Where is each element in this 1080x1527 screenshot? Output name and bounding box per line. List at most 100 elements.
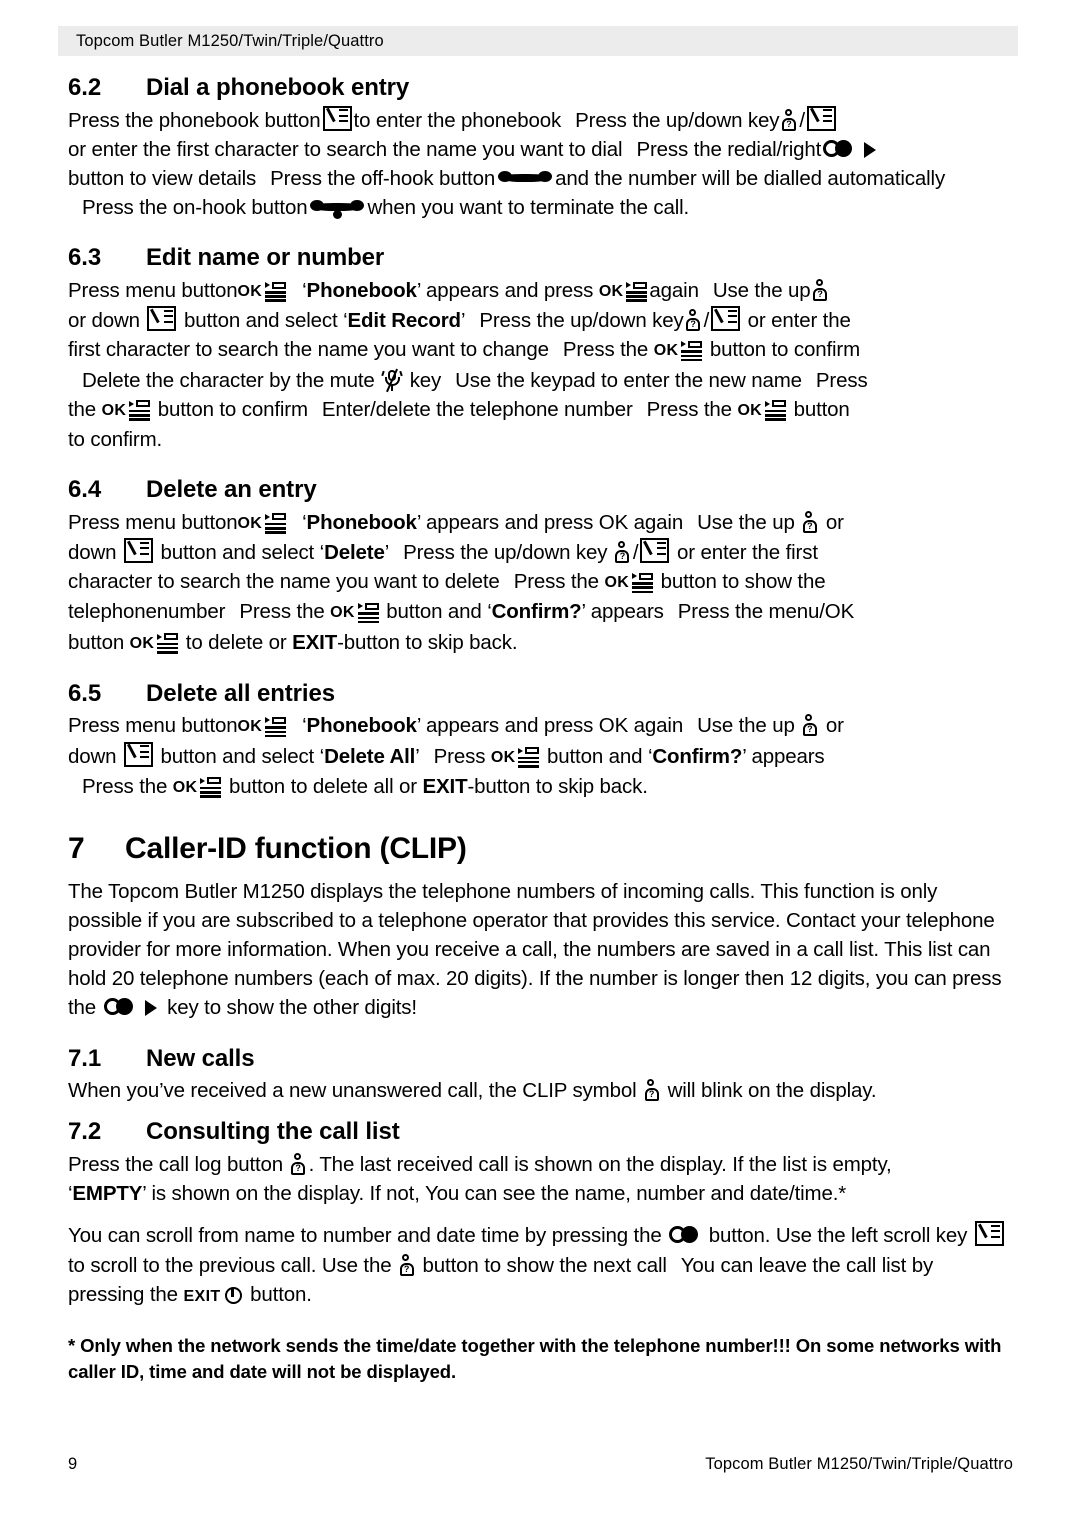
up-key-person-icon: ? <box>615 541 631 564</box>
text-run: Press the up/down key <box>575 108 780 132</box>
ok-label: OK <box>237 514 263 532</box>
menu-ok-icon <box>632 572 654 594</box>
section-number: 7.1 <box>68 1044 102 1072</box>
section-title: Dial a phonebook entry <box>146 74 410 101</box>
section-number: 6.5 <box>68 679 102 707</box>
bold-term: Phonebook <box>306 279 417 302</box>
text-run: Press menu button <box>68 714 238 738</box>
down-key-phonebook-icon <box>147 306 177 332</box>
bold-term: Confirm? <box>652 744 743 768</box>
up-key-person-icon: ? <box>399 1253 415 1277</box>
text-run: when you want to terminate the call. <box>367 196 690 220</box>
section-heading-6-4: 6.4 Delete an entry <box>68 476 1010 504</box>
text-run: or enter the first character to search t… <box>68 137 623 161</box>
exit-label: EXIT <box>183 1287 221 1305</box>
section-number: 6.2 <box>68 74 102 101</box>
page-number: 9 <box>68 1455 78 1473</box>
menu-ok-icon <box>765 400 787 421</box>
bold-term: Edit Record <box>347 309 462 333</box>
page-content: 6.2 Dial a phonebook entry Press the pho… <box>68 74 1010 1385</box>
section-heading-6-3: 6.3 Edit name or number <box>68 244 1010 272</box>
redial-icon <box>669 1226 701 1245</box>
section-title: Delete all entries <box>146 679 335 707</box>
menu-ok-icon <box>200 777 222 798</box>
ok-label: OK <box>598 283 624 300</box>
section-body-7-2-b: You can scroll from name to number and d… <box>68 1221 1010 1311</box>
redial-icon <box>103 998 136 1017</box>
text-run: Press the off-hook button <box>270 167 496 190</box>
menu-ok-icon <box>265 513 287 534</box>
footnote: * Only when the network sends the time/d… <box>68 1334 1002 1382</box>
section-number: 7.2 <box>68 1118 102 1146</box>
down-key-phonebook-icon <box>711 306 741 332</box>
section-body-7: The Topcom Butler M1250 displays the tel… <box>68 877 1010 1023</box>
ok-label: OK <box>172 778 198 796</box>
section-body-6-2: Press the phonebook button to enter the p… <box>68 105 1010 223</box>
bold-term: EXIT <box>422 774 468 798</box>
ok-label: OK <box>490 748 516 766</box>
up-key-person-icon: ? <box>802 510 818 534</box>
ok-label: OK <box>604 574 630 592</box>
section-heading-6-5: 6.5 Delete all entries <box>68 680 1010 708</box>
bold-term: Phonebook <box>306 714 417 738</box>
section-body-6-3: Press menu buttonOK ‘Phonebook’ appears a… <box>68 279 868 452</box>
down-key-phonebook-icon <box>640 538 670 564</box>
bold-term: EMPTY <box>72 1182 143 1206</box>
ok-label: OK <box>129 634 155 652</box>
menu-ok-icon <box>129 400 151 421</box>
section-number: 7 <box>68 832 85 866</box>
text-run: Press menu button <box>68 279 238 302</box>
section-number: 6.4 <box>68 476 102 504</box>
bold-term: Confirm? <box>491 600 582 624</box>
text-run: and the number will be dialled automatic… <box>555 167 946 190</box>
text-run: Press the call log button <box>68 1152 284 1176</box>
menu-ok-icon <box>265 716 287 738</box>
menu-ok-icon <box>157 633 179 654</box>
text-run: Use the up <box>712 279 811 302</box>
section-heading-7-1: 7.1 New calls <box>68 1045 1010 1073</box>
menu-ok-icon <box>518 747 540 768</box>
section-heading-7: 7 Caller-ID function (CLIP) <box>68 832 1010 867</box>
bold-term: Phonebook <box>306 510 417 534</box>
text-run: will blink on the display. <box>667 1079 877 1103</box>
section-heading-6-2: 6.2 Dial a phonebook entry <box>68 74 1010 102</box>
section-title: Consulting the call list <box>146 1118 400 1146</box>
ok-label: OK <box>237 283 263 300</box>
section-body-6-4: Press menu buttonOK ‘Phonebook’ appears a… <box>68 510 855 654</box>
text-run: again <box>649 279 699 302</box>
page-header-bar: Topcom Butler M1250/Twin/Triple/Quattro <box>58 26 1018 56</box>
text-run: Press the up/down key <box>479 309 684 333</box>
text-run: Press menu button <box>68 510 238 534</box>
up-key-person-icon: ? <box>781 108 797 132</box>
text-run: button. Use the left scroll key <box>708 1224 968 1248</box>
section-title: New calls <box>146 1044 255 1072</box>
section-title: Caller-ID function (CLIP) <box>125 832 467 866</box>
section-body-7-1: When you’ve received a new unanswered ca… <box>68 1076 1010 1105</box>
off-hook-icon <box>498 170 553 186</box>
ok-label: OK <box>737 401 763 419</box>
ok-label: OK <box>237 718 263 736</box>
right-arrow-icon <box>144 1000 159 1017</box>
text-run: When you’ve received a new unanswered ca… <box>68 1079 637 1103</box>
bold-term: Delete All <box>324 744 416 768</box>
left-scroll-phonebook-icon <box>974 1221 1004 1247</box>
down-key-phonebook-icon <box>806 105 836 131</box>
text-run: button to view details <box>68 167 257 190</box>
section-heading-7-2: 7.2 Consulting the call list <box>68 1118 1010 1146</box>
ok-label: OK <box>101 401 127 419</box>
section-body-6-5: Press menu buttonOK ‘Phonebook’ appears a… <box>68 714 844 798</box>
menu-ok-icon <box>357 602 380 624</box>
text-run: button. <box>250 1282 312 1306</box>
footer-title: Topcom Butler M1250/Twin/Triple/Quattro <box>705 1455 1013 1473</box>
ok-label: OK <box>653 342 679 360</box>
section-body-7-2-a: Press the call log button ?. The last re… <box>68 1152 892 1206</box>
up-key-person-icon: ? <box>813 279 829 302</box>
ok-label: OK <box>330 604 355 622</box>
up-key-person-icon: ? <box>802 714 818 737</box>
bold-term: Delete <box>324 541 385 565</box>
document-page: Topcom Butler M1250/Twin/Triple/Quattro … <box>0 0 1080 1527</box>
section-title: Edit name or number <box>146 244 385 272</box>
call-log-person-icon: ? <box>291 1152 307 1176</box>
text-run: to scroll to the previous call. Use the <box>68 1253 392 1277</box>
page-footer: 9 Topcom Butler M1250/Twin/Triple/Quattr… <box>68 1455 1013 1474</box>
